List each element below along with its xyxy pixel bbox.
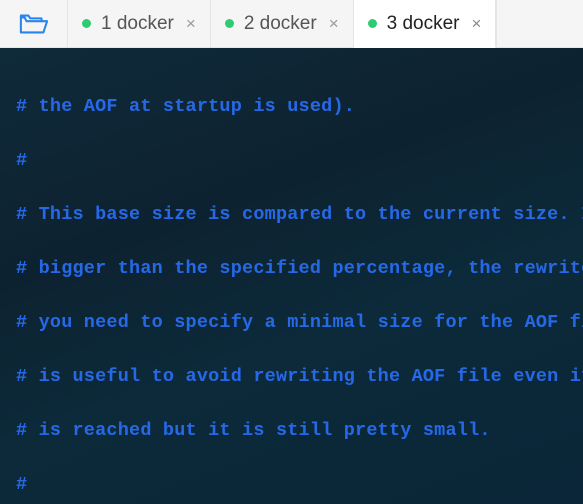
tab-3-docker[interactable]: 3 docker × — [354, 0, 497, 48]
tab-1-docker[interactable]: 1 docker × — [68, 0, 211, 48]
tab-label: 3 docker — [387, 13, 460, 35]
code-comment: # is useful to avoid rewriting the AOF f… — [16, 363, 567, 390]
tab-bar: 1 docker × 2 docker × 3 docker × — [0, 0, 583, 48]
tab-label: 1 docker — [101, 13, 174, 35]
close-icon[interactable]: × — [472, 14, 482, 34]
code-comment: # the AOF at startup is used). — [16, 93, 567, 120]
open-folder-button[interactable] — [0, 0, 68, 48]
code-comment: # bigger than the specified percentage, … — [16, 255, 567, 282]
tab-bar-filler — [496, 0, 583, 48]
code-comment: # This base size is compared to the curr… — [16, 201, 567, 228]
modified-dot-icon — [82, 19, 91, 28]
code-editor[interactable]: # the AOF at startup is used). # # This … — [0, 48, 583, 504]
folder-open-icon — [19, 12, 49, 36]
tab-2-docker[interactable]: 2 docker × — [211, 0, 354, 48]
modified-dot-icon — [368, 19, 377, 28]
tab-label: 2 docker — [244, 13, 317, 35]
close-icon[interactable]: × — [186, 14, 196, 34]
code-comment: # — [16, 147, 567, 174]
code-comment: # is reached but it is still pretty smal… — [16, 417, 567, 444]
modified-dot-icon — [225, 19, 234, 28]
code-comment: # you need to specify a minimal size for… — [16, 309, 567, 336]
code-comment: # — [16, 471, 567, 498]
close-icon[interactable]: × — [329, 14, 339, 34]
